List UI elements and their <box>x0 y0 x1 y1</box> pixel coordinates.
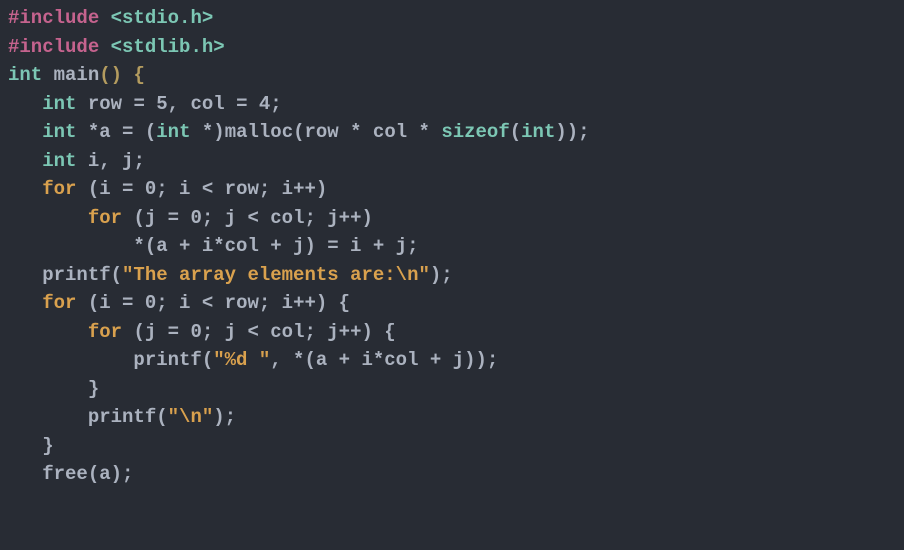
code-text: } <box>8 378 99 400</box>
code-line: printf("\n"); <box>8 406 236 428</box>
for-keyword: for <box>88 321 122 343</box>
indent <box>8 121 42 143</box>
code-line: int main() { <box>8 64 145 86</box>
code-text: ); <box>213 406 236 428</box>
code-line: printf("The array elements are:\n"); <box>8 264 453 286</box>
indent <box>8 207 88 229</box>
code-text: (i = 0; i < row; i++) { <box>76 292 350 314</box>
code-text: printf( <box>8 264 122 286</box>
indent <box>8 292 42 314</box>
preprocessor-directive: #include <box>8 36 111 58</box>
code-text: *)malloc(row * col * <box>190 121 441 143</box>
code-line: } <box>8 435 54 457</box>
type-keyword: int <box>42 121 76 143</box>
type-keyword: int <box>42 93 76 115</box>
string-literal: "The array elements are:\n" <box>122 264 430 286</box>
paren: () <box>99 64 122 86</box>
code-block: #include <stdio.h> #include <stdlib.h> i… <box>0 0 904 493</box>
code-line: *(a + i*col + j) = i + j; <box>8 235 418 257</box>
indent <box>8 321 88 343</box>
code-line: for (j = 0; j < col; j++) { <box>8 321 396 343</box>
code-line: free(a); <box>8 463 133 485</box>
code-line: for (j = 0; j < col; j++) <box>8 207 373 229</box>
preprocessor-directive: #include <box>8 7 111 29</box>
code-text: (j = 0; j < col; j++) { <box>122 321 396 343</box>
sizeof-keyword: sizeof <box>441 121 509 143</box>
indent <box>8 150 42 172</box>
header-name: <stdlib.h> <box>111 36 225 58</box>
code-line: int row = 5, col = 4; <box>8 93 282 115</box>
type-keyword: int <box>521 121 555 143</box>
code-line: } <box>8 378 99 400</box>
header-name: <stdio.h> <box>111 7 214 29</box>
code-line: printf("%d ", *(a + i*col + j)); <box>8 349 498 371</box>
code-text: i, j; <box>76 150 144 172</box>
for-keyword: for <box>88 207 122 229</box>
string-literal: "\n" <box>168 406 214 428</box>
for-keyword: for <box>42 292 76 314</box>
code-text: ); <box>430 264 453 286</box>
indent <box>8 93 42 115</box>
code-text: )); <box>555 121 589 143</box>
brace: { <box>122 64 145 86</box>
function-name: main <box>42 64 99 86</box>
code-text: *a = ( <box>76 121 156 143</box>
code-text: free(a); <box>8 463 133 485</box>
code-line: for (i = 0; i < row; i++) { <box>8 292 350 314</box>
type-keyword: int <box>8 64 42 86</box>
code-text: (i = 0; i < row; i++) <box>76 178 327 200</box>
indent <box>8 178 42 200</box>
string-literal: "%d " <box>213 349 270 371</box>
for-keyword: for <box>42 178 76 200</box>
code-text: ( <box>510 121 521 143</box>
code-text: row = 5, col = 4; <box>76 93 281 115</box>
code-text: (j = 0; j < col; j++) <box>122 207 373 229</box>
code-line: #include <stdio.h> <box>8 7 213 29</box>
code-line: #include <stdlib.h> <box>8 36 225 58</box>
code-text: printf( <box>8 349 213 371</box>
type-keyword: int <box>156 121 190 143</box>
code-line: int i, j; <box>8 150 145 172</box>
code-line: int *a = (int *)malloc(row * col * sizeo… <box>8 121 590 143</box>
type-keyword: int <box>42 150 76 172</box>
code-text: printf( <box>8 406 168 428</box>
code-line: for (i = 0; i < row; i++) <box>8 178 327 200</box>
code-text: *(a + i*col + j) = i + j; <box>8 235 418 257</box>
code-text: } <box>8 435 54 457</box>
code-text: , *(a + i*col + j)); <box>270 349 498 371</box>
